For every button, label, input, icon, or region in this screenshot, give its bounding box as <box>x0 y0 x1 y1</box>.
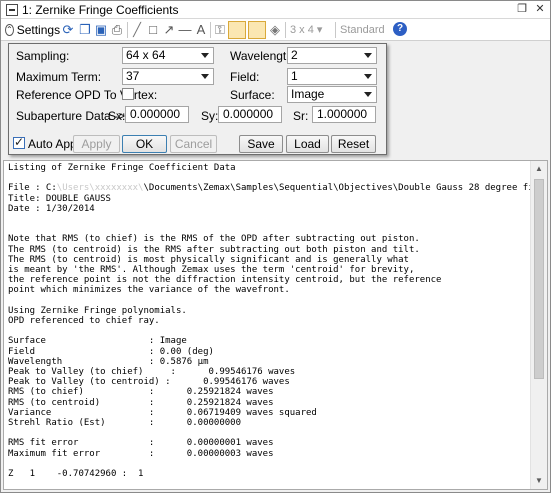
settings-label: Settings <box>16 23 61 37</box>
file-redacted: \Users\xxxxxxxx\ <box>56 183 144 194</box>
sampling-label: Sampling: <box>16 49 70 63</box>
toolbar-separator <box>285 22 286 38</box>
scroll-down-icon[interactable]: ▼ <box>531 473 547 489</box>
output-text-area[interactable]: Listing of Zernike Fringe Coefficient Da… <box>3 160 548 490</box>
grid-icon[interactable] <box>228 21 246 39</box>
reference-opd-checkbox[interactable] <box>122 88 134 100</box>
scroll-up-icon[interactable]: ▲ <box>531 161 547 177</box>
lock-icon[interactable]: ⚿ <box>213 23 227 37</box>
save-icon[interactable]: ▣ <box>94 23 108 37</box>
help-icon[interactable]: ? <box>393 22 407 36</box>
maximum-term-value: 37 <box>126 69 140 83</box>
ok-button[interactable]: OK <box>122 135 167 153</box>
rectangle-icon[interactable]: □ <box>146 23 160 37</box>
stat-line: Field : 0.00 (deg) <box>8 346 214 357</box>
refresh-icon[interactable]: ⟳ <box>61 23 75 37</box>
file-path: \Documents\Zemax\Samples\Sequential\Obje… <box>143 183 548 194</box>
sx-label: Sx: <box>108 109 126 123</box>
hline-icon[interactable]: — <box>178 23 192 37</box>
stat-line: Wavelength : 0.5876 µm <box>8 356 209 367</box>
stat-line: RMS (to chief) : 0.25921824 waves <box>8 387 274 398</box>
style-select[interactable]: Standard ▾ <box>340 22 388 52</box>
fit-line: Maximum fit error : 0.00000003 waves <box>8 448 274 459</box>
text-icon[interactable]: A <box>194 23 208 37</box>
sr-label: Sr: <box>293 109 309 123</box>
title-line: Title: DOUBLE GAUSS <box>8 193 111 204</box>
sr-input[interactable]: 1.000000 <box>312 106 376 123</box>
copy-icon[interactable]: ❐ <box>78 23 92 37</box>
title-bar[interactable]: 1: Zernike Fringe Coefficients ❐ ✕ <box>1 1 550 19</box>
note-line: The RMS (to centroid) is most physically… <box>8 254 409 265</box>
window-icon <box>6 4 18 16</box>
toolbar-separator <box>127 22 128 38</box>
date-line: Date : 1/30/2014 <box>8 203 95 214</box>
chevron-down-icon <box>364 53 372 58</box>
stat-line: Peak to Valley (to centroid) : 0.9954617… <box>8 377 290 388</box>
toolbar-separator <box>335 22 336 38</box>
chevron-up-icon: ⌃ <box>5 24 14 36</box>
sx-input[interactable]: 0.000000 <box>125 106 189 123</box>
print-icon[interactable]: ⎙ <box>110 23 124 37</box>
chevron-down-icon <box>201 53 209 58</box>
reset-button[interactable]: Reset <box>331 135 376 153</box>
cancel-button[interactable]: Cancel <box>170 135 217 153</box>
vertical-scrollbar[interactable]: ▲ ▼ <box>530 161 547 489</box>
note-line: Note that RMS (to chief) is the RMS of t… <box>8 234 420 245</box>
load-button[interactable]: Load <box>286 135 329 153</box>
settings-button[interactable]: ⌃ Settings <box>5 22 61 38</box>
stat-line: Surface : Image <box>8 336 187 347</box>
settings-panel: Sampling: 64 x 64 Maximum Term: 37 Refer… <box>8 43 387 155</box>
polynomial-line: Using Zernike Fringe polynomials. <box>8 305 187 316</box>
file-prefix: File : C: <box>8 183 57 194</box>
arrow-icon[interactable]: ↗ <box>162 23 176 37</box>
output-heading: Listing of Zernike Fringe Coefficient Da… <box>8 163 236 173</box>
save-button[interactable]: Save <box>239 135 283 153</box>
layers-icon[interactable]: ◈ <box>268 23 282 37</box>
apply-button[interactable]: Apply <box>73 135 120 153</box>
note-line: point which minimizes the variance of th… <box>8 285 290 296</box>
wavelength-select[interactable]: 2 <box>287 47 377 64</box>
zernike-term-line: Z 1 -0.70742960 : 1 <box>8 469 144 480</box>
field-select[interactable]: 1 <box>287 68 377 85</box>
auto-apply-checkbox[interactable] <box>13 135 25 149</box>
layout-icon[interactable] <box>248 21 266 39</box>
toolbar: ⌃ Settings ⟳ ❐ ▣ ⎙ ╱ □ ↗ — A ⚿ ◈ 3 x 4 ▾… <box>1 19 550 52</box>
line-icon[interactable]: ╱ <box>130 23 144 37</box>
scroll-thumb[interactable] <box>534 179 544 379</box>
field-label: Field: <box>230 70 260 84</box>
sy-input[interactable]: 0.000000 <box>218 106 282 123</box>
toolbar-separator <box>210 22 211 38</box>
field-value: 1 <box>291 69 298 83</box>
surface-label: Surface: <box>230 88 275 102</box>
reference-opd-label: Reference OPD To Vertex: <box>16 88 158 102</box>
close-icon[interactable]: ✕ <box>531 1 549 18</box>
fit-line: RMS fit error : 0.00000001 waves <box>8 438 274 449</box>
surface-value: Image <box>291 87 325 101</box>
output-text: Listing of Zernike Fringe Coefficient Da… <box>8 163 547 480</box>
wavelength-value: 2 <box>291 48 298 62</box>
chevron-down-icon <box>364 92 372 97</box>
stat-line: Strehl Ratio (Est) : 0.00000000 <box>8 418 241 429</box>
note-line: the reference point is not the diffracti… <box>8 275 442 286</box>
stat-line: Variance : 0.06719409 waves squared <box>8 407 317 418</box>
polynomial-line: OPD referenced to chief ray. <box>8 316 160 327</box>
maximum-term-select[interactable]: 37 <box>122 68 214 85</box>
note-line: is meant by 'the RMS'. Although Zemax us… <box>8 265 415 276</box>
sampling-value: 64 x 64 <box>126 48 166 62</box>
chevron-down-icon <box>364 74 372 79</box>
note-line: The RMS (to centroid) is the RMS after s… <box>8 244 420 255</box>
chevron-down-icon <box>201 74 209 79</box>
stat-line: RMS (to centroid) : 0.25921824 waves <box>8 397 274 408</box>
sampling-select[interactable]: 64 x 64 <box>122 47 214 64</box>
maximum-term-label: Maximum Term: <box>16 70 102 84</box>
restore-icon[interactable]: ❐ <box>513 1 531 18</box>
stat-line: Peak to Valley (to chief) : 0.99546176 w… <box>8 367 296 378</box>
zernike-window: 1: Zernike Fringe Coefficients ❐ ✕ ⌃ Set… <box>0 0 551 493</box>
surface-select[interactable]: Image <box>287 86 377 103</box>
sy-label: Sy: <box>201 109 219 123</box>
window-title: 1: Zernike Fringe Coefficients <box>22 3 179 17</box>
size-select[interactable]: 3 x 4 ▾ <box>290 22 330 38</box>
